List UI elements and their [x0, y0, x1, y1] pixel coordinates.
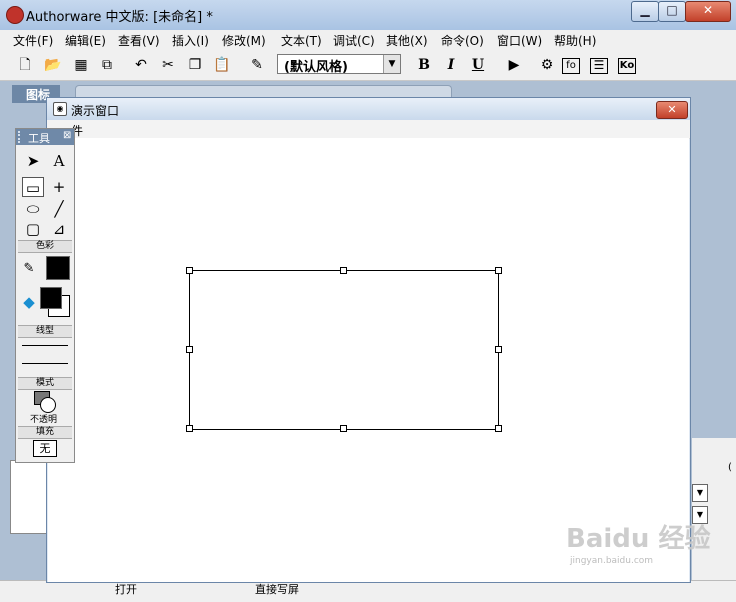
variables-icon[interactable]: ☰: [590, 58, 608, 74]
chevron-down-icon[interactable]: ▼: [692, 484, 708, 502]
tool-palette: 工具 ⊠ ➤ A ▭ + ⬭ ╱ ▢ ⊿ 色彩 ✎ ◆ 线型 模式 不透明 填充…: [15, 128, 75, 463]
menu-bar: 文件(F) 编辑(E) 查看(V) 插入(I) 修改(M) 文本(T) 调试(C…: [0, 30, 736, 51]
paste-icon[interactable]: 📋: [211, 54, 233, 76]
polygon-tool-icon[interactable]: ⊿: [48, 219, 70, 239]
ellipse-tool-icon[interactable]: ⬭: [22, 199, 44, 219]
menu-insert[interactable]: 插入(I): [172, 32, 209, 49]
open-folder-icon[interactable]: 📂: [42, 54, 64, 76]
open-button-label[interactable]: 打开: [115, 581, 137, 597]
presentation-close-button[interactable]: ✕: [656, 101, 688, 119]
presentation-menu-bar: 件: [47, 120, 690, 139]
run-icon[interactable]: ▶: [503, 54, 525, 76]
menu-text[interactable]: 文本(T): [281, 32, 322, 49]
menu-edit[interactable]: 编辑(E): [65, 32, 106, 49]
crosshair-tool-icon[interactable]: +: [48, 177, 70, 197]
chevron-down-icon: ▼: [383, 55, 400, 73]
presentation-title-bar[interactable]: ◉ 演示窗口 ✕: [47, 98, 690, 120]
presentation-stage[interactable]: [48, 138, 689, 582]
bold-button[interactable]: B: [413, 54, 435, 76]
menu-other[interactable]: 其他(X): [386, 32, 428, 49]
title-bar: Authorware 中文版: [未命名] * ▁ □ ✕: [0, 0, 736, 31]
italic-button[interactable]: I: [440, 54, 462, 76]
tool-palette-title: 工具: [28, 132, 50, 145]
control-panel-icon[interactable]: ⚙: [536, 54, 558, 76]
mode-circle-icon: [40, 397, 56, 413]
style-select-value: (默认风格): [284, 60, 348, 75]
background-list-box: [10, 460, 48, 534]
line-style-section-label: 线型: [18, 325, 72, 338]
app-title: Authorware 中文版: [未命名] *: [26, 10, 213, 25]
resize-handle[interactable]: [186, 346, 193, 353]
cut-icon[interactable]: ✂: [157, 54, 179, 76]
text-tool-icon[interactable]: A: [48, 151, 70, 171]
rounded-rectangle-tool-icon[interactable]: ▢: [22, 219, 44, 239]
resize-handle[interactable]: [186, 425, 193, 432]
pointer-tool-icon[interactable]: ➤: [22, 151, 44, 171]
pencil-text-color-icon[interactable]: ✎: [18, 259, 40, 279]
import-icon[interactable]: ⧉: [96, 54, 118, 76]
direct-to-screen-checkbox[interactable]: 直接写屏: [255, 581, 299, 597]
foreground-color-swatch[interactable]: [40, 287, 62, 309]
minimize-button[interactable]: ▁: [631, 1, 659, 22]
presentation-window: ◉ 演示窗口 ✕ 件: [46, 97, 691, 583]
presentation-window-icon: ◉: [53, 102, 67, 116]
resize-handle[interactable]: [495, 346, 502, 353]
undo-icon[interactable]: ↶: [130, 54, 152, 76]
menu-file[interactable]: 文件(F): [13, 32, 53, 49]
fill-section-label: 填充: [18, 426, 72, 439]
maximize-button[interactable]: □: [658, 1, 686, 22]
new-file-icon[interactable]: 🗋: [14, 54, 36, 76]
resize-handle[interactable]: [340, 267, 347, 274]
rectangle-tool-icon[interactable]: ▭: [22, 177, 44, 197]
drawn-rectangle[interactable]: [189, 270, 499, 430]
functions-icon[interactable]: fo: [562, 58, 580, 74]
background-paren: (: [728, 462, 732, 473]
close-button[interactable]: ✕: [685, 1, 731, 22]
background-bottom-strip: [0, 580, 736, 602]
stroke-color-swatch[interactable]: [46, 256, 70, 280]
resize-handle[interactable]: [495, 425, 502, 432]
menu-window[interactable]: 窗口(W): [497, 32, 542, 49]
color-section-label: 色彩: [18, 240, 72, 253]
resize-handle[interactable]: [186, 267, 193, 274]
authorware-app-icon: [6, 6, 24, 24]
underline-button[interactable]: U: [467, 54, 489, 76]
knowledge-objects-icon[interactable]: Ko: [618, 58, 636, 74]
copy-icon[interactable]: ❐: [184, 54, 206, 76]
tool-palette-header[interactable]: 工具 ⊠: [16, 129, 74, 145]
line-tool-icon[interactable]: ╱: [48, 199, 70, 219]
paint-bucket-icon[interactable]: ◆: [18, 292, 40, 312]
mode-value: 不透明: [30, 415, 58, 425]
menu-view[interactable]: 查看(V): [118, 32, 160, 49]
menu-modify[interactable]: 修改(M): [222, 32, 266, 49]
presentation-title: 演示窗口: [71, 104, 120, 118]
resize-handle[interactable]: [495, 267, 502, 274]
find-icon[interactable]: ✎: [246, 54, 268, 76]
line-style-thin[interactable]: [22, 345, 68, 346]
save-all-icon[interactable]: ▦: [70, 54, 92, 76]
menu-command[interactable]: 命令(O): [441, 32, 484, 49]
menu-debug[interactable]: 调试(C): [333, 32, 375, 49]
line-style-thin-2[interactable]: [22, 363, 68, 364]
grip-handle-icon[interactable]: [18, 131, 24, 143]
fill-value[interactable]: 无: [33, 440, 57, 457]
mode-section-label: 模式: [18, 377, 72, 390]
close-icon[interactable]: ⊠: [63, 130, 71, 141]
baidu-watermark-url: jingyan.baidu.com: [570, 556, 654, 566]
resize-handle[interactable]: [340, 425, 347, 432]
text-style-select[interactable]: (默认风格) ▼: [277, 54, 401, 75]
toolbar: 🗋 📂 ▦ ⧉ ↶ ✂ ❐ 📋 ✎ (默认风格) ▼ B I U ▶ ⚙ fo …: [0, 50, 736, 81]
menu-help[interactable]: 帮助(H): [554, 32, 596, 49]
baidu-watermark: Baidu 经验: [566, 524, 711, 554]
